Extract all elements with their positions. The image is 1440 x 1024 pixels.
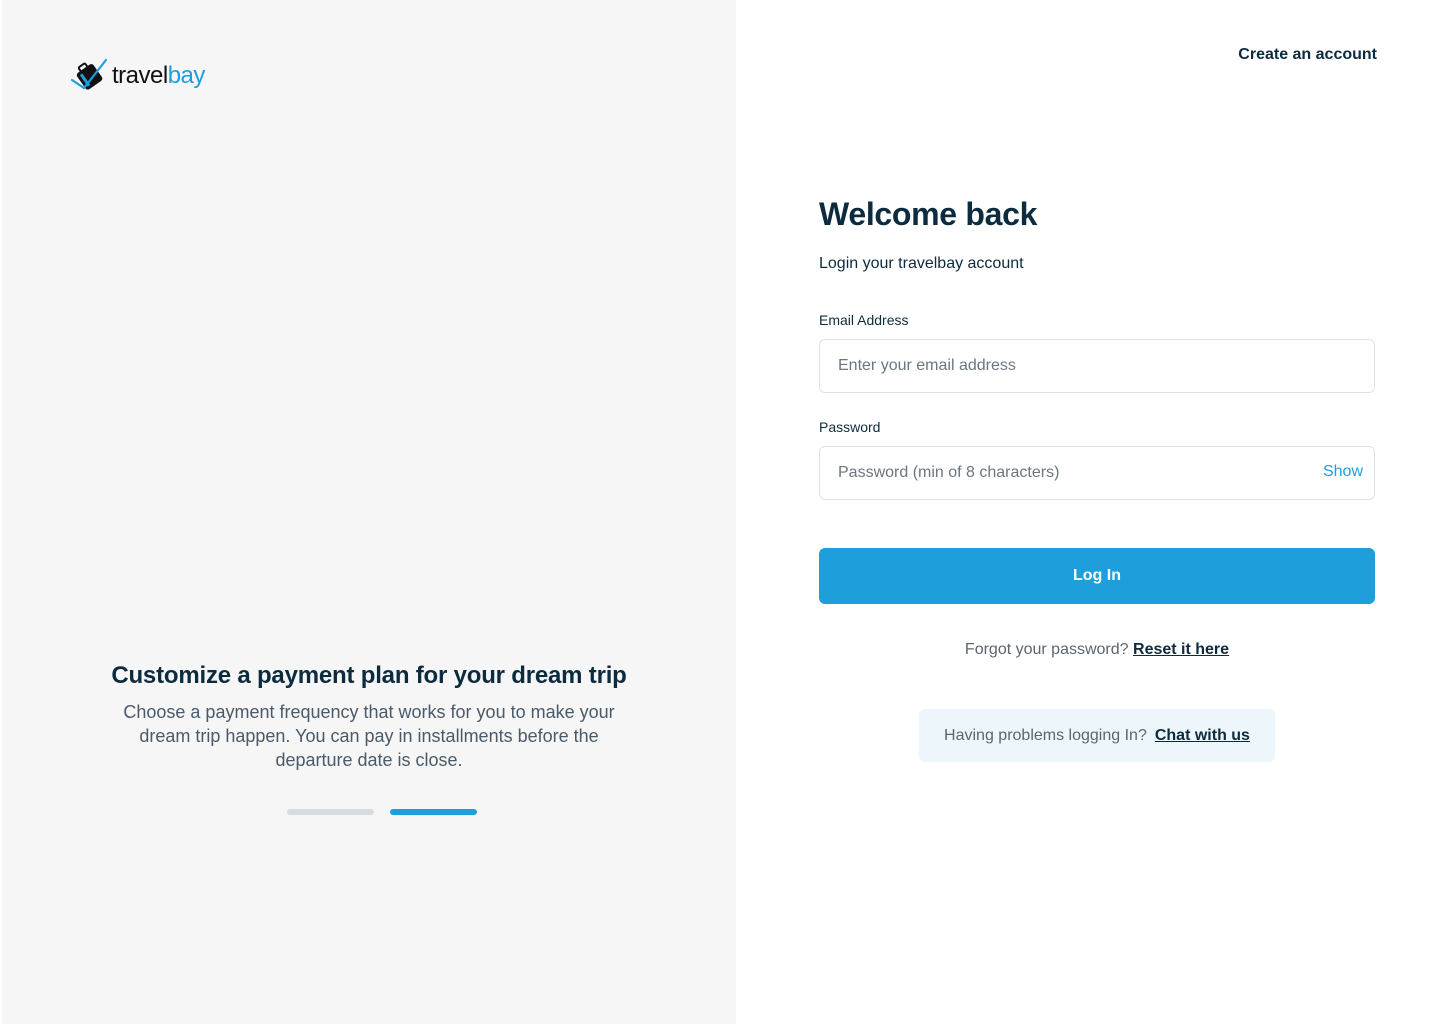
show-password-button[interactable]: Show [1323, 463, 1363, 481]
promo-content: Customize a payment plan for your dream … [2, 662, 736, 772]
create-account-link[interactable]: Create an account [1238, 46, 1377, 64]
brand-wordmark: travelbay [112, 64, 205, 88]
login-form: Welcome back Login your travelbay accoun… [819, 196, 1375, 762]
email-label: Email Address [819, 312, 909, 328]
brand-name-part2: bay [167, 62, 206, 89]
promo-title: Customize a payment plan for your dream … [111, 662, 627, 689]
chat-with-us-link[interactable]: Chat with us [1155, 727, 1250, 745]
brand-logo[interactable]: travelbay [70, 58, 205, 94]
forgot-password-text: Forgot your password? [964, 641, 1129, 658]
password-field[interactable] [819, 446, 1375, 500]
carousel-dot-2-active[interactable] [390, 809, 477, 815]
help-text: Having problems logging In? [944, 726, 1147, 744]
promo-panel: travelbay Customize a payment plan for y… [2, 0, 736, 1024]
page-title: Welcome back [819, 196, 1038, 232]
page-subtitle: Login your travelbay account [819, 255, 1024, 272]
password-label: Password [819, 419, 881, 435]
login-button[interactable]: Log In [819, 548, 1375, 604]
reset-password-link[interactable]: Reset it here [1133, 641, 1229, 658]
help-banner: Having problems logging In? Chat with us [919, 709, 1275, 762]
email-field[interactable] [819, 339, 1375, 393]
brand-name-part1: travel [112, 62, 168, 89]
promo-description: Choose a payment frequency that works fo… [123, 702, 615, 770]
forgot-password-row: Forgot your password? Reset it here [819, 641, 1375, 659]
suitcase-plane-icon [70, 58, 108, 94]
carousel-indicator [287, 809, 477, 815]
carousel-dot-1[interactable] [287, 809, 374, 815]
